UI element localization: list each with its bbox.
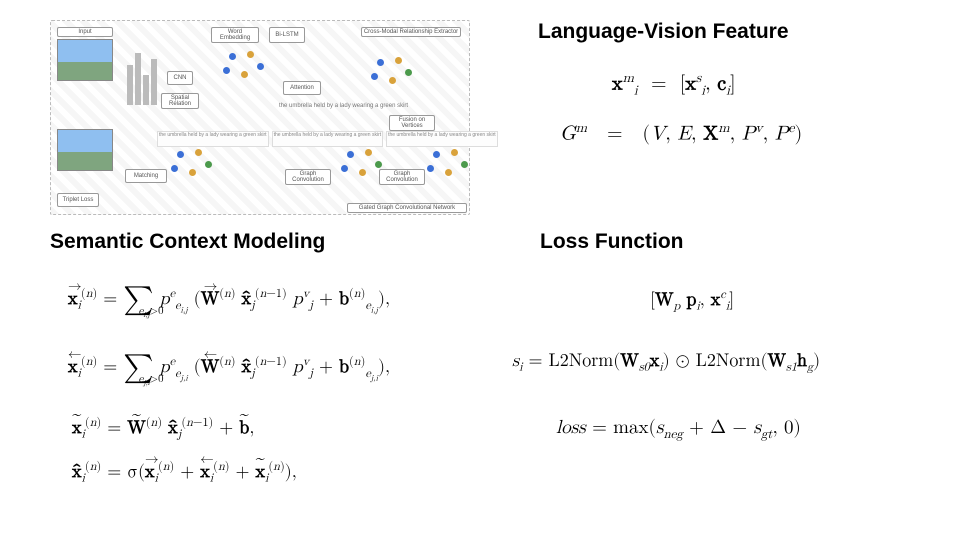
phrase-variants-row: the umbrella held by a lady wearing a gr… [157,131,357,147]
graph-nodes [219,49,279,99]
formula-backward-message: xi(n) = ∑ej,i>0 peej,i (W(n) x̂j(n−1) pv… [68,346,390,383]
heading-semantic-context: Semantic Context Modeling [50,230,325,254]
module-input: Input [57,27,113,37]
graph-nodes [423,147,483,197]
module-matching: Matching [125,169,167,183]
phrase-chip: the umbrella held by a lady wearing a gr… [272,131,384,147]
module-bilstm: Bi-LSTM [269,27,305,43]
phrase-chip: the umbrella held by a lady wearing a gr… [157,131,269,147]
formula-G-m: Gm = (V, E, Xm, Pv, Pe) [560,120,802,146]
module-extractor: Cross-Modal Relationship Extractor [361,27,461,37]
graph-nodes [367,55,427,105]
module-fusion: Fusion on Vertices [389,115,435,131]
module-attention: Attention [283,81,321,95]
region-proposal-bars [127,45,161,105]
formula-triplet-loss: loss = max(sneg + Δ − sgt, 0) [556,416,801,443]
module-gcn-caption: Gated Graph Convolutional Network [347,203,467,213]
formula-self-loop: xi(n) = W(n) x̂j(n−1) + b, [72,416,254,442]
formula-x-m-i: xmi = [xsi, ci] [612,70,736,100]
phrase-chip: the umbrella held by a lady wearing a gr… [386,131,498,147]
formula-aggregate: x̂i(n) = σ(xi(n) + xi(n) + xi(n)), [72,460,297,486]
module-cnn: CNN [167,71,193,85]
formula-similarity: si = L2Norm(Ws0xi) ⊙ L2Norm(Ws1hg) [512,350,820,375]
input-image-thumb [57,39,113,81]
formula-forward-message: xi(n) = ∑ei,j>0 peei,j (W(n) x̂j(n−1) pv… [68,278,390,315]
module-triplet: Triplet Loss [57,193,99,207]
architecture-diagram: Input Word Embedding Bi-LSTM CNN Spatial… [50,20,470,215]
input-image-thumb [57,129,113,171]
module-spatial: Spatial Relation [161,93,199,109]
heading-loss-function: Loss Function [540,230,684,254]
graph-nodes [167,147,227,197]
module-word-embedding: Word Embedding [211,27,259,43]
formula-concat-feature: [Wp pi, xci] [650,288,734,314]
graph-nodes [337,147,397,197]
module-graph-conv: Graph Convolution [285,169,331,185]
heading-language-vision: Language-Vision Feature [538,20,789,44]
